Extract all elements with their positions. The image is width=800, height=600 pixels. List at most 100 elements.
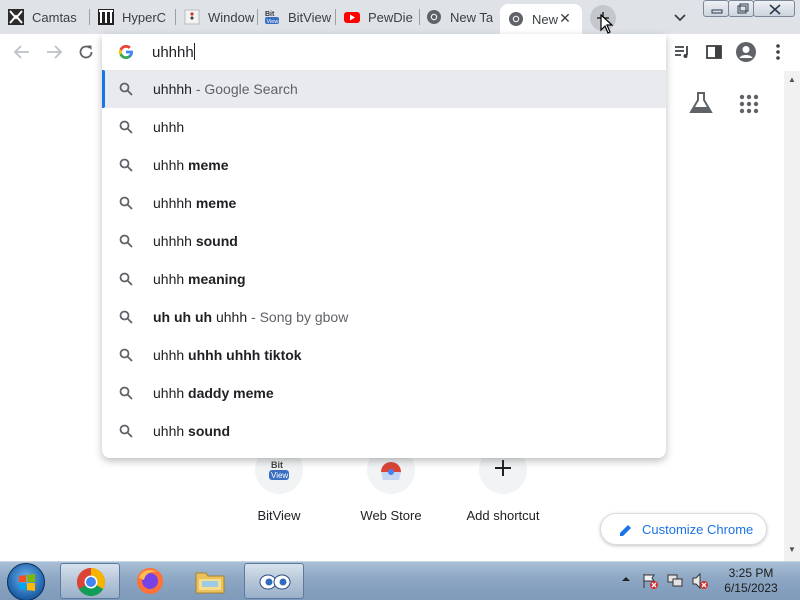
minimize-window-button[interactable] <box>703 0 729 17</box>
suggestion-description: - Song by gbow <box>247 309 349 325</box>
search-icon <box>119 120 133 134</box>
suggestion-completion: meme <box>195 195 237 211</box>
suggestion-item-google-search[interactable]: uhhhh - Google Search <box>102 70 666 108</box>
suggestion-item[interactable]: uhhh uhhh uhhh tiktok <box>102 336 666 374</box>
taskbar-eyes-app-button[interactable] <box>244 563 304 599</box>
suggestion-item[interactable]: uhhhh sound <box>102 222 666 260</box>
suggestion-item[interactable]: uhhh meme <box>102 146 666 184</box>
system-clock[interactable]: 3:25 PM 6/15/2023 <box>716 566 786 596</box>
tab-title: New Ta <box>450 9 494 25</box>
suggestion-text: uhhhh <box>153 195 196 211</box>
svg-text:View: View <box>267 19 279 25</box>
taskbar-chrome-button[interactable] <box>60 563 120 599</box>
tab-search-chevron-down-icon[interactable] <box>672 9 688 25</box>
volume-muted-icon[interactable] <box>691 572 709 590</box>
tab-separator <box>175 9 176 25</box>
suggestion-completion: uhhh uhhh tiktok <box>188 347 302 363</box>
suggestion-text: uhhh <box>212 309 248 325</box>
suggestion-item[interactable]: uhhh daddy meme <box>102 374 666 412</box>
camtasia-icon <box>8 9 24 25</box>
chrome-labs-flask-icon[interactable] <box>688 90 714 116</box>
suggestion-text: uhhh <box>153 157 189 173</box>
suggestion-item[interactable]: uhhh <box>102 108 666 146</box>
google-apps-grid-icon[interactable] <box>739 94 759 114</box>
suggestion-completion: daddy meme <box>188 385 274 401</box>
search-icon <box>119 386 133 400</box>
file-explorer-icon <box>195 572 225 594</box>
forward-arrow-icon[interactable] <box>45 43 63 61</box>
network-icon[interactable] <box>666 572 684 590</box>
tab-separator <box>89 9 90 25</box>
tab-new-tab[interactable]: New Ta <box>426 4 498 30</box>
tab-title: New <box>532 11 559 27</box>
restore-window-button[interactable] <box>728 0 754 17</box>
close-window-button[interactable] <box>753 0 795 17</box>
tab-hypercam[interactable]: HyperC <box>98 4 176 30</box>
more-menu-icon[interactable] <box>770 43 786 61</box>
customize-chrome-button[interactable]: Customize Chrome <box>600 513 767 545</box>
text-caret <box>193 43 195 60</box>
taskbar-firefox-button[interactable] <box>122 563 180 599</box>
tab-title: HyperC <box>122 9 167 25</box>
tab-title: BitView <box>288 9 332 25</box>
suggestion-completion: sound <box>195 233 238 249</box>
suggestion-completion: uh uh uh <box>153 309 213 325</box>
tab-title: Camtas <box>32 9 77 25</box>
suggestion-item[interactable]: uhhhh meme <box>102 184 666 222</box>
search-icon <box>119 424 133 438</box>
google-g-icon <box>119 45 133 59</box>
suggestion-item[interactable]: uhhh meaning <box>102 260 666 298</box>
start-button[interactable] <box>7 563 45 600</box>
suggestion-description: - Google Search <box>191 81 298 97</box>
tab-bitview[interactable]: Bit View BitView <box>264 4 336 30</box>
suggestion-text: uhhh <box>153 423 189 439</box>
tab-separator <box>335 9 336 25</box>
search-icon <box>119 196 133 210</box>
omnibox-suggestions-dropdown: uhhhh uhhhh - Google Search uhhh uhhh me… <box>102 34 666 458</box>
shortcut-label: Add shortcut <box>466 508 540 523</box>
suggestion-text: uhhh <box>153 385 189 401</box>
suggestion-text: uhhh <box>153 271 189 287</box>
windows-icon <box>184 9 200 25</box>
scroll-up-arrow-icon[interactable]: ▲ <box>788 75 796 84</box>
tab-pewdiepie[interactable]: PewDie <box>344 4 420 30</box>
suggestion-text: uhhh <box>153 119 185 135</box>
page-scrollbar[interactable]: ▲ ▼ <box>784 71 800 561</box>
reading-list-icon[interactable] <box>673 43 691 61</box>
tab-title: PewDie <box>368 9 413 25</box>
svg-text:Bit: Bit <box>271 460 283 470</box>
suggestion-text: uhhhh <box>153 233 196 249</box>
scroll-down-arrow-icon[interactable]: ▼ <box>788 545 796 554</box>
mouse-cursor-icon <box>600 14 614 34</box>
tab-camtasia[interactable]: Camtas <box>8 4 90 30</box>
search-icon <box>119 272 133 286</box>
tab-windows[interactable]: Window <box>184 4 258 30</box>
svg-text:Bit: Bit <box>265 11 275 18</box>
close-tab-icon[interactable]: ✕ <box>558 11 572 25</box>
omnibox-input[interactable]: uhhhh <box>152 43 195 61</box>
suggestion-item-song[interactable]: uh uh uh uhhh - Song by gbow <box>102 298 666 336</box>
omnibox-text: uhhhh <box>152 44 194 61</box>
tab-new-tab-active[interactable]: New ✕ <box>500 4 582 34</box>
chrome-icon <box>508 11 524 27</box>
suggestion-item[interactable]: uhhh sound <box>102 412 666 450</box>
search-icon <box>119 234 133 248</box>
svg-text:View: View <box>271 471 288 480</box>
search-icon <box>119 158 133 172</box>
reload-icon[interactable] <box>77 43 95 61</box>
back-arrow-icon[interactable] <box>13 43 31 61</box>
show-hidden-icons-arrow-icon[interactable] <box>621 574 631 584</box>
pencil-icon <box>620 525 631 536</box>
suggestion-completion: meme <box>188 157 229 173</box>
side-panel-icon[interactable] <box>705 43 723 61</box>
search-icon <box>119 310 133 324</box>
youtube-icon <box>344 9 360 25</box>
profile-avatar-icon[interactable] <box>735 41 757 63</box>
customize-chrome-label: Customize Chrome <box>642 522 754 537</box>
action-center-flag-icon[interactable] <box>641 572 659 590</box>
search-icon <box>119 348 133 362</box>
firefox-icon <box>137 568 163 594</box>
shortcut-label: Web Store <box>360 508 422 523</box>
suggestion-completion: sound <box>188 423 231 439</box>
taskbar-file-explorer-button[interactable] <box>182 563 240 599</box>
